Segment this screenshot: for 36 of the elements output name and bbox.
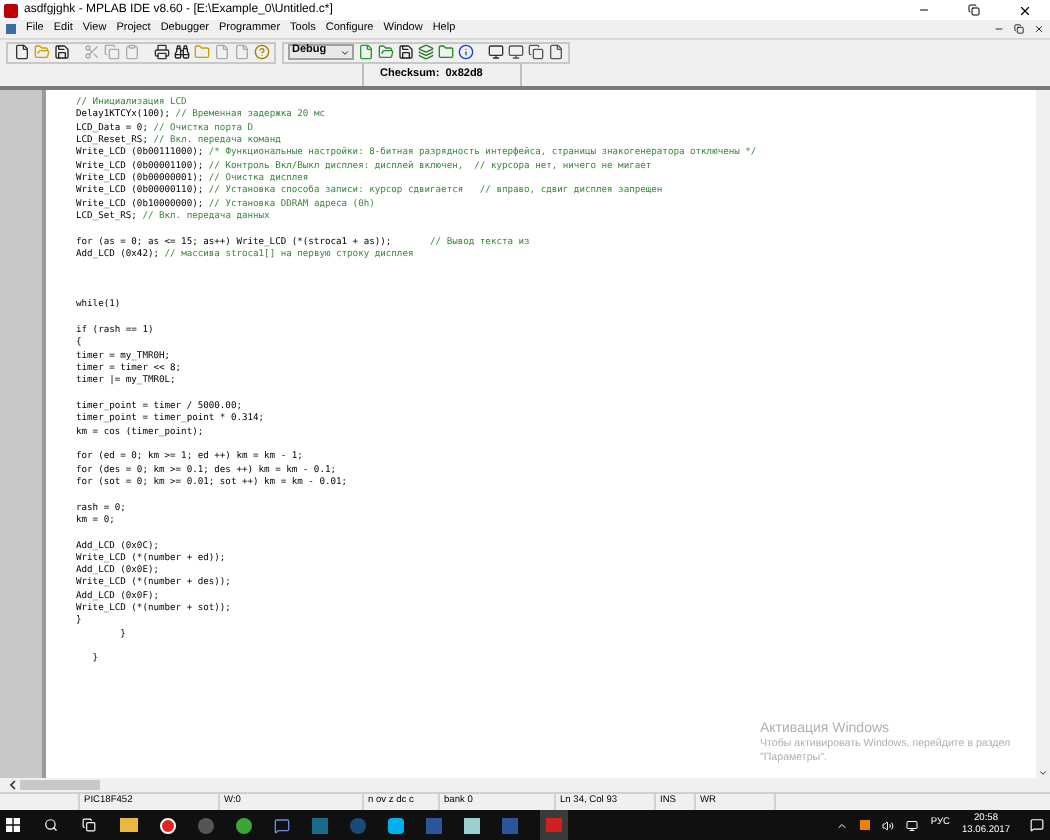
window-icon[interactable] [526, 43, 544, 61]
save-icon[interactable] [52, 43, 70, 61]
scroll-left-icon[interactable] [10, 780, 16, 790]
new-project-icon[interactable] [356, 43, 374, 61]
browser-icon[interactable] [160, 817, 176, 833]
task-view-icon[interactable] [82, 818, 96, 832]
document-icon [6, 24, 16, 34]
caret-icon [340, 47, 350, 57]
vertical-scrollbar[interactable] [1036, 90, 1050, 778]
volume-icon[interactable] [882, 819, 895, 831]
save-icon[interactable] [396, 43, 414, 61]
info-icon[interactable] [456, 43, 474, 61]
notification-icon[interactable] [1030, 818, 1044, 832]
open-folder-icon[interactable] [376, 43, 394, 61]
stack-icon[interactable] [416, 43, 434, 61]
window-icon[interactable] [506, 43, 524, 61]
chat-icon[interactable] [274, 817, 290, 833]
restore-icon[interactable] [968, 4, 980, 16]
close-icon[interactable] [1017, 3, 1031, 17]
new-file-icon[interactable] [12, 43, 30, 61]
restore-icon[interactable] [1014, 24, 1024, 34]
print-icon[interactable] [152, 43, 170, 61]
page-icon[interactable] [546, 43, 564, 61]
scroll-down-icon[interactable] [1038, 768, 1048, 778]
help-icon[interactable] [252, 43, 270, 61]
search-icon[interactable] [44, 818, 58, 832]
minimize-icon[interactable] [918, 4, 930, 16]
scrollbar-thumb[interactable] [20, 780, 100, 790]
folder-icon[interactable] [436, 43, 454, 61]
windows-logo-icon[interactable] [6, 818, 20, 832]
tray-app-icon[interactable] [860, 820, 871, 830]
binoculars-icon[interactable] [172, 43, 190, 61]
minimize-icon[interactable] [994, 24, 1004, 34]
app-icon[interactable] [312, 817, 328, 833]
app-icon [4, 3, 18, 17]
network-icon[interactable] [906, 819, 919, 831]
